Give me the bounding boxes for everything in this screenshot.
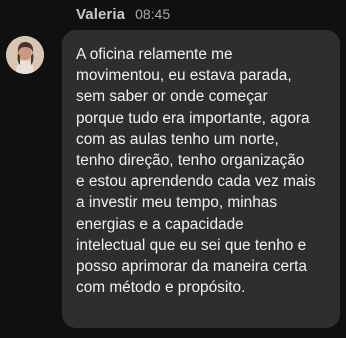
avatar[interactable]	[6, 36, 44, 74]
message-text-line: a investir meu tempo, minhas	[76, 194, 278, 212]
message-text-line: energias e a capacidade	[76, 215, 244, 233]
message-text-line: com as aulas tenho um norte,	[76, 130, 279, 148]
avatar-photo-icon	[6, 36, 44, 74]
author-name[interactable]: Valeria	[76, 6, 125, 23]
message-text-line: sem saber or onde começar	[76, 88, 268, 106]
message-header: Valeria 08:45	[76, 6, 170, 26]
message-text-line: intelectual que eu sei que tenho e	[76, 236, 307, 254]
message-text-line: movimentou, eu estava parada,	[76, 67, 292, 85]
message-bubble[interactable]: A oficina relamente me movimentou, eu es…	[62, 30, 340, 328]
chat-message: Valeria 08:45 A oficina relamente me mov…	[0, 0, 346, 338]
message-timestamp: 08:45	[135, 6, 171, 22]
message-text-line: A oficina relamente me	[76, 46, 233, 63]
message-text-line: e estou aprendendo cada vez mais	[76, 173, 316, 191]
message-text-line: posso aprimorar da maneira certa	[76, 258, 307, 276]
message-text-line: porque tudo era importante, agora	[76, 109, 310, 127]
message-text-line: com método e propósito.	[76, 279, 246, 297]
message-text-line: tenho direção, tenho organização	[76, 152, 305, 170]
